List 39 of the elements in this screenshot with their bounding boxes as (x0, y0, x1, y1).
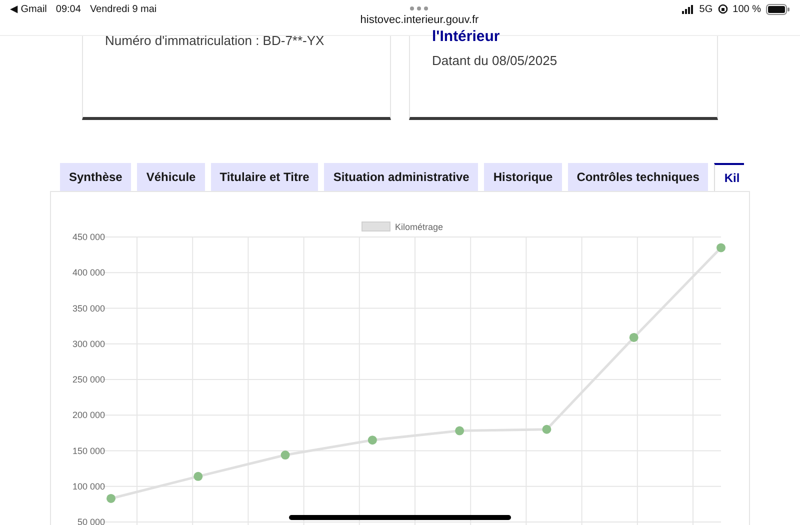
more-icon[interactable] (409, 6, 430, 11)
data-point (542, 424, 552, 434)
tab[interactable]: Contrôles techniques (568, 163, 708, 191)
card-text: Datant du 08/05/2025 (432, 53, 558, 68)
data-point (629, 332, 638, 342)
data-point (716, 243, 726, 252)
legend-swatch[interactable] (362, 222, 390, 232)
signal-icon (682, 4, 694, 14)
axis-tick-label: 50 000 (77, 517, 105, 525)
legend-label: Kilométrage (395, 222, 444, 232)
battery-percent: 100 % (732, 4, 761, 14)
tab[interactable]: Véhicule (137, 163, 205, 191)
network-label: 5G (699, 4, 713, 14)
data-point (455, 426, 464, 436)
axis-tick-label: 250 000 (72, 374, 105, 384)
tab[interactable]: Situation administrative (324, 163, 478, 191)
axis-tick-label: 150 000 (72, 446, 105, 456)
clock: 09:04 (56, 4, 81, 14)
axis-tick-label: 200 000 (72, 410, 105, 420)
axis-tick-label: 350 000 (72, 303, 105, 314)
data-point (368, 436, 377, 445)
data-point (194, 472, 203, 481)
back-link[interactable]: ◀ Gmail (10, 3, 47, 15)
tab[interactable]: Historique (484, 163, 562, 191)
battery-icon (766, 4, 790, 14)
card-title: l'Intérieur (432, 28, 501, 45)
axis-tick-label: 300 000 (72, 338, 105, 349)
axis-tick-label: 450 000 (72, 232, 105, 242)
date: Vendredi 9 mai (90, 4, 157, 14)
card-text: Numéro d'immatriculation : BD-7**-YX (105, 33, 326, 48)
axis-tick-label: 400 000 (72, 268, 105, 278)
tab[interactable]: Titulaire et Titre (210, 163, 318, 191)
url-text[interactable]: histovec.interieur.gouv.fr (360, 14, 479, 26)
data-point (106, 494, 116, 503)
rotation-lock-icon (718, 4, 728, 14)
axis-tick-label: 100 000 (72, 481, 105, 492)
tab[interactable]: Synthèse (60, 163, 132, 191)
tab[interactable]: Kil (714, 163, 744, 191)
data-point (280, 450, 290, 460)
